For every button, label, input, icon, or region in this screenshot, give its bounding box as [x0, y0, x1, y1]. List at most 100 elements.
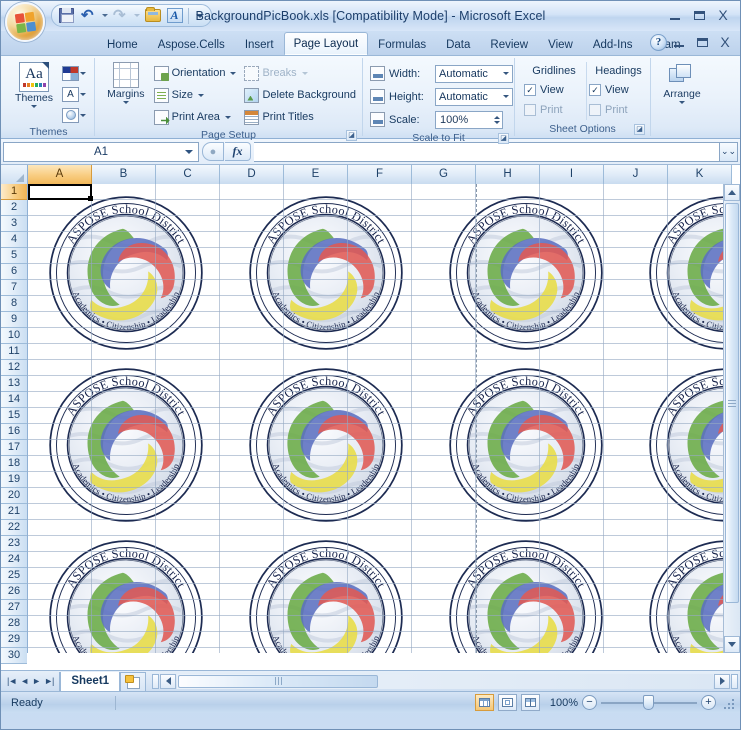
- tab-add-ins[interactable]: Add-Ins: [583, 34, 643, 55]
- hscroll-end-handle[interactable]: [731, 673, 738, 689]
- row-header-12[interactable]: 12: [1, 360, 27, 376]
- horizontal-scroll-thumb[interactable]: [178, 674, 379, 688]
- nav-prev-sheet-icon[interactable]: ◄: [20, 676, 29, 686]
- column-header-K[interactable]: K: [668, 165, 732, 184]
- row-header-17[interactable]: 17: [1, 440, 27, 456]
- breaks-button[interactable]: Breaks: [241, 62, 359, 84]
- vertical-scrollbar[interactable]: [723, 184, 740, 653]
- app-close-button[interactable]: X: [712, 6, 734, 24]
- column-header-F[interactable]: F: [348, 165, 412, 184]
- normal-view-button[interactable]: [475, 694, 494, 711]
- delete-background-button[interactable]: Delete Background: [241, 84, 359, 106]
- row-header-27[interactable]: 27: [1, 600, 27, 616]
- row-header-14[interactable]: 14: [1, 392, 27, 408]
- column-header-G[interactable]: G: [412, 165, 476, 184]
- scroll-down-button[interactable]: [724, 636, 740, 653]
- row-header-22[interactable]: 22: [1, 520, 27, 536]
- chevron-down-icon[interactable]: [185, 149, 193, 154]
- row-header-28[interactable]: 28: [1, 616, 27, 632]
- tab-home[interactable]: Home: [97, 34, 148, 55]
- row-header-25[interactable]: 25: [1, 568, 27, 584]
- row-header-19[interactable]: 19: [1, 472, 27, 488]
- orientation-button[interactable]: Orientation: [151, 62, 240, 84]
- vertical-scroll-track[interactable]: [724, 201, 740, 636]
- arrange-button[interactable]: Arrange: [656, 64, 708, 104]
- row-header-1[interactable]: 1: [1, 184, 27, 200]
- doc-restore-button[interactable]: [691, 33, 713, 51]
- customize-qat-icon[interactable]: [192, 6, 207, 26]
- horizontal-scroll-track[interactable]: [177, 673, 713, 689]
- help-icon[interactable]: ?: [650, 33, 667, 51]
- tab-data[interactable]: Data: [436, 34, 480, 55]
- row-header-3[interactable]: 3: [1, 216, 27, 232]
- column-header-A[interactable]: A: [28, 165, 92, 184]
- app-restore-button[interactable]: [688, 6, 710, 24]
- page-layout-view-button[interactable]: [498, 694, 517, 711]
- insert-function-button[interactable]: fx: [225, 142, 251, 161]
- column-header-I[interactable]: I: [540, 165, 604, 184]
- headings-view-checkbox[interactable]: ✓ View: [589, 80, 629, 100]
- page-break-preview-button[interactable]: [521, 694, 540, 711]
- nav-last-sheet-icon[interactable]: ►|: [44, 676, 54, 686]
- office-button[interactable]: [5, 2, 45, 42]
- zoom-slider-thumb[interactable]: [643, 695, 654, 710]
- gridlines-view-checkbox[interactable]: ✓ View: [524, 80, 564, 100]
- row-header-18[interactable]: 18: [1, 456, 27, 472]
- row-header-20[interactable]: 20: [1, 488, 27, 504]
- scroll-left-button[interactable]: [160, 673, 177, 689]
- aspose-button[interactable]: A: [164, 6, 185, 26]
- sheet-options-dialog-launcher-icon[interactable]: ◪: [634, 124, 645, 135]
- row-header-15[interactable]: 15: [1, 408, 27, 424]
- tab-aspose-cells[interactable]: Aspose.Cells: [148, 34, 235, 55]
- row-header-7[interactable]: 7: [1, 280, 27, 296]
- print-area-button[interactable]: Print Area: [151, 106, 240, 128]
- column-header-J[interactable]: J: [604, 165, 668, 184]
- zoom-level-label[interactable]: 100%: [544, 697, 578, 709]
- redo-dropdown-icon[interactable]: [132, 6, 141, 26]
- row-header-6[interactable]: 6: [1, 264, 27, 280]
- nav-first-sheet-icon[interactable]: |◄: [7, 676, 17, 686]
- app-minimize-button[interactable]: [664, 6, 686, 24]
- cell-area[interactable]: ASPOSE School District Academics • Citiz…: [28, 184, 723, 653]
- scroll-right-button[interactable]: [714, 673, 730, 689]
- row-header-9[interactable]: 9: [1, 312, 27, 328]
- name-box[interactable]: A1: [3, 141, 199, 162]
- scroll-up-button[interactable]: [724, 184, 740, 201]
- row-header-29[interactable]: 29: [1, 632, 27, 648]
- row-header-10[interactable]: 10: [1, 328, 27, 344]
- width-combo[interactable]: Automatic: [435, 64, 513, 83]
- row-header-16[interactable]: 16: [1, 424, 27, 440]
- row-header-30[interactable]: 30: [1, 648, 27, 664]
- resize-grip-icon[interactable]: [722, 697, 734, 709]
- hscroll-split-handle[interactable]: [152, 673, 160, 689]
- print-titles-button[interactable]: Print Titles: [241, 106, 359, 128]
- theme-colors-button[interactable]: [62, 63, 86, 83]
- cancel-formula-button[interactable]: ●: [202, 142, 224, 161]
- vertical-scroll-thumb[interactable]: [725, 203, 739, 603]
- size-button[interactable]: Size: [151, 84, 240, 106]
- undo-button[interactable]: ↶: [78, 6, 99, 26]
- tab-page-layout[interactable]: Page Layout: [283, 32, 369, 55]
- tab-insert[interactable]: Insert: [235, 34, 284, 55]
- theme-fonts-button[interactable]: A: [62, 84, 86, 104]
- row-header-8[interactable]: 8: [1, 296, 27, 312]
- spinner-arrows-icon[interactable]: [494, 115, 500, 124]
- margins-button[interactable]: Margins: [103, 62, 149, 104]
- height-combo[interactable]: Automatic: [435, 87, 513, 106]
- undo-dropdown-icon[interactable]: [100, 6, 109, 26]
- sheet-tab-sheet1[interactable]: Sheet1: [60, 671, 121, 691]
- row-header-21[interactable]: 21: [1, 504, 27, 520]
- row-header-2[interactable]: 2: [1, 200, 27, 216]
- headings-print-checkbox[interactable]: Print: [589, 100, 628, 120]
- theme-effects-button[interactable]: [62, 105, 86, 125]
- row-header-5[interactable]: 5: [1, 248, 27, 264]
- themes-button[interactable]: Aa Themes: [10, 62, 58, 108]
- column-header-B[interactable]: B: [92, 165, 156, 184]
- column-header-E[interactable]: E: [284, 165, 348, 184]
- scale-to-fit-dialog-launcher-icon[interactable]: ◪: [498, 133, 509, 144]
- column-header-C[interactable]: C: [156, 165, 220, 184]
- doc-close-button[interactable]: X: [714, 33, 736, 51]
- horizontal-scrollbar[interactable]: [152, 673, 738, 690]
- active-cell-selection[interactable]: [28, 184, 93, 201]
- select-all-button[interactable]: [1, 165, 28, 184]
